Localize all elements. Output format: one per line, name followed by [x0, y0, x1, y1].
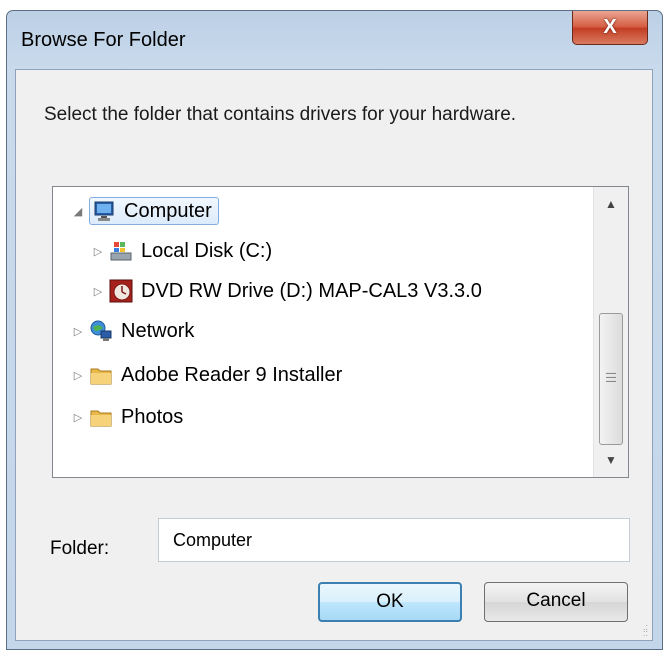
dvd-icon: [109, 279, 133, 303]
folder-field[interactable]: [158, 518, 630, 562]
tree-item-photos[interactable]: ▷ Photos: [71, 399, 184, 435]
title-bar[interactable]: Browse For Folder X: [7, 11, 662, 69]
drive-icon: [109, 239, 133, 263]
scroll-up-arrow-icon[interactable]: ▲: [594, 189, 628, 219]
tree-item-network[interactable]: ▷ Network: [71, 313, 195, 349]
tree-item-label: DVD RW Drive (D:) MAP-CAL3 V3.3.0: [141, 279, 482, 302]
folder-tree[interactable]: ◢ Computer ▷ Local Disk (C:) ▷ DVD RW Dr…: [52, 186, 629, 478]
expand-arrow-icon[interactable]: ▷: [91, 285, 105, 298]
tree-item-local-disk[interactable]: ▷ Local Disk (C:): [91, 233, 272, 269]
instruction-text: Select the folder that contains drivers …: [44, 104, 517, 125]
computer-icon: [92, 199, 116, 223]
tree-item-label: Adobe Reader 9 Installer: [121, 363, 343, 386]
folder-icon: [89, 363, 113, 387]
scroll-down-arrow-icon[interactable]: ▼: [594, 445, 628, 475]
folder-label: Folder:: [50, 538, 110, 559]
tree-item-computer[interactable]: ◢ Computer: [71, 193, 219, 229]
tree-item-adobe-reader-installer[interactable]: ▷ Adobe Reader 9 Installer: [71, 357, 342, 393]
scroll-thumb[interactable]: — — —: [599, 313, 623, 445]
expand-arrow-icon[interactable]: ▷: [71, 369, 85, 382]
tree-item-label: Computer: [124, 199, 212, 222]
tree-item-label: Local Disk (C:): [141, 239, 273, 262]
tree-item-label: Photos: [121, 405, 184, 428]
folder-icon: [89, 405, 113, 429]
collapse-arrow-icon[interactable]: ◢: [71, 205, 85, 218]
resize-grip-icon[interactable]: .:::: [643, 623, 648, 638]
close-button[interactable]: X: [572, 11, 648, 45]
cancel-button[interactable]: Cancel: [484, 582, 628, 622]
tree-item-dvd-drive[interactable]: ▷ DVD RW Drive (D:) MAP-CAL3 V3.3.0: [91, 273, 482, 309]
browse-for-folder-dialog: Browse For Folder X Select the folder th…: [6, 10, 663, 650]
expand-arrow-icon[interactable]: ▷: [91, 245, 105, 258]
vertical-scrollbar[interactable]: ▲ — — — ▼: [593, 187, 628, 477]
tree-item-selection[interactable]: Computer: [89, 197, 219, 225]
expand-arrow-icon[interactable]: ▷: [71, 325, 85, 338]
network-icon: [89, 319, 113, 343]
ok-button[interactable]: OK: [318, 582, 462, 622]
dialog-body: Select the folder that contains drivers …: [15, 69, 653, 641]
close-icon: X: [603, 16, 617, 38]
grip-icon: — — —: [606, 368, 616, 387]
tree-item-label: Network: [121, 319, 195, 342]
expand-arrow-icon[interactable]: ▷: [71, 411, 85, 424]
window-title: Browse For Folder: [21, 29, 186, 51]
